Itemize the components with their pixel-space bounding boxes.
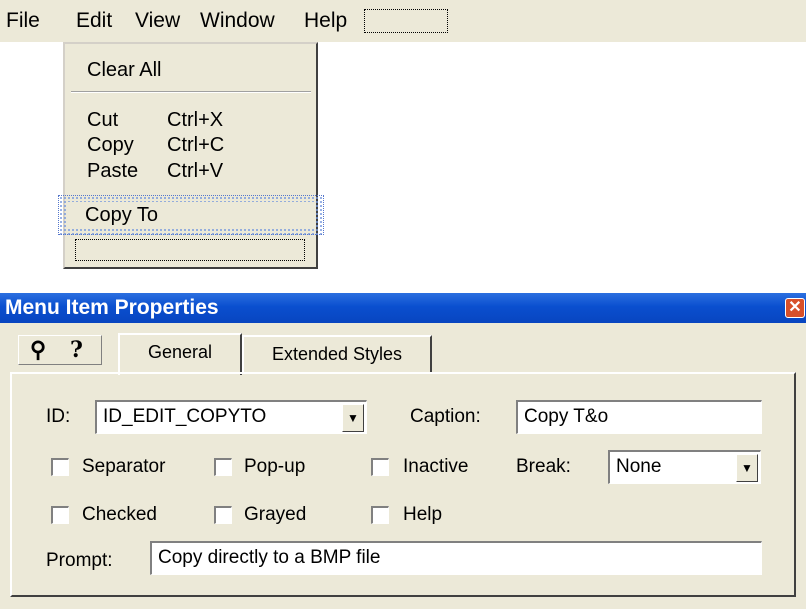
break-label: Break: <box>516 456 571 477</box>
menu-item-copy[interactable]: Copy <box>87 133 134 157</box>
pin-icon[interactable]: ⚲ <box>30 337 46 363</box>
menu-item-cut[interactable]: Cut <box>87 108 118 132</box>
break-value: None <box>616 456 662 477</box>
close-icon[interactable]: ✕ <box>785 298 805 318</box>
id-label: ID: <box>46 406 71 427</box>
menu-help[interactable]: Help <box>302 9 349 33</box>
grayed-label: Grayed <box>244 504 307 525</box>
checked-label: Checked <box>82 504 157 525</box>
popup-label: Pop-up <box>244 456 306 477</box>
prompt-label: Prompt: <box>46 550 113 571</box>
tab-general[interactable]: General <box>118 333 242 375</box>
tab-extended-styles[interactable]: Extended Styles <box>242 335 432 373</box>
id-combobox[interactable]: ID_EDIT_COPYTO ▼ <box>95 400 367 434</box>
caption-field[interactable]: Copy T&o <box>516 400 762 434</box>
prompt-value: Copy directly to a BMP file <box>158 547 381 568</box>
checked-checkbox[interactable] <box>51 506 69 524</box>
menu-edit[interactable]: Edit <box>74 9 114 33</box>
id-value: ID_EDIT_COPYTO <box>103 406 267 427</box>
inactive-checkbox[interactable] <box>371 458 389 476</box>
help-icon[interactable]: ? <box>70 337 83 363</box>
dialog-title: Menu Item Properties <box>5 296 219 319</box>
menu-file[interactable]: File <box>4 9 42 33</box>
caption-label: Caption: <box>410 406 481 427</box>
popup-checkbox[interactable] <box>214 458 232 476</box>
new-menu-placeholder[interactable] <box>364 9 448 33</box>
new-menu-item-slot[interactable] <box>75 239 305 261</box>
break-combobox[interactable]: None ▼ <box>608 450 761 484</box>
menu-bar: File Edit View Window Help <box>0 0 806 42</box>
separator-label: Separator <box>82 456 166 477</box>
dialog-titlebar[interactable]: Menu Item Properties ✕ <box>0 293 806 323</box>
help-checkbox[interactable] <box>371 506 389 524</box>
help-label: Help <box>403 504 443 525</box>
caption-value: Copy T&o <box>524 406 609 427</box>
menu-separator <box>71 91 311 93</box>
tab-general-label: General <box>147 342 213 362</box>
shortcut-cut: Ctrl+X <box>167 109 224 131</box>
tab-extended-styles-label: Extended Styles <box>271 344 403 364</box>
menu-item-clear-all[interactable]: Clear All <box>87 58 161 82</box>
inactive-label: Inactive <box>403 456 469 477</box>
grayed-checkbox[interactable] <box>214 506 232 524</box>
chevron-down-icon[interactable]: ▼ <box>342 404 364 432</box>
menu-view[interactable]: View <box>133 9 182 33</box>
prompt-field[interactable]: Copy directly to a BMP file <box>150 541 762 575</box>
menu-item-properties-dialog: Menu Item Properties ✕ ⚲ ? General Exten… <box>0 293 806 609</box>
menu-item-copy-to[interactable]: Copy To <box>66 202 316 228</box>
chevron-down-icon[interactable]: ▼ <box>736 454 758 482</box>
shortcut-paste: Ctrl+V <box>167 160 224 182</box>
shortcut-copy: Ctrl+C <box>167 134 225 156</box>
menu-item-paste[interactable]: Paste <box>87 159 138 183</box>
separator-checkbox[interactable] <box>51 458 69 476</box>
menu-item-copy-to-label: Copy To <box>85 204 159 226</box>
menu-window[interactable]: Window <box>198 9 277 33</box>
